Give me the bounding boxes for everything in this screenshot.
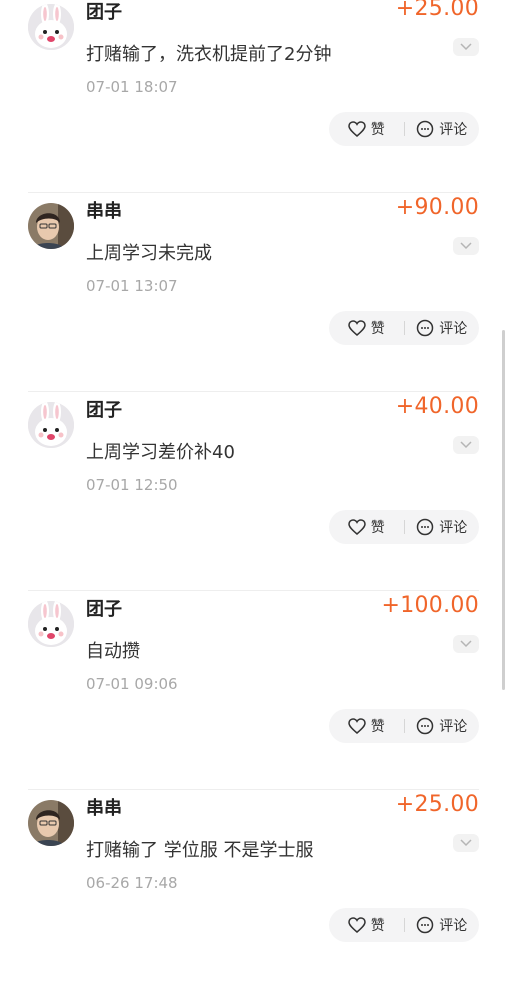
chevron-down-icon [460,43,472,51]
description: 打赌输了 学位服 不是学士服 [86,840,314,861]
amount: +25.00 [395,792,479,817]
expand-button[interactable] [453,834,479,852]
expand-button[interactable] [453,237,479,255]
expand-button[interactable] [453,38,479,56]
like-button[interactable]: 赞 [329,112,404,146]
heart-icon [347,718,366,734]
comment-button[interactable]: 评论 [405,908,480,942]
list-item: 串串 +90.00 上周学习未完成 07-01 13:07 赞 评论 [28,193,479,392]
action-bar: 赞 评论 [329,311,479,345]
amount: +25.00 [395,0,479,21]
comment-button[interactable]: 评论 [405,112,480,146]
user-name: 串串 [86,798,122,819]
avatar[interactable] [28,800,74,846]
timestamp: 07-01 12:50 [86,476,178,494]
list-item: 团子 +40.00 上周学习差价补40 07-01 12:50 赞 评论 [28,392,479,591]
user-name: 团子 [86,599,122,620]
expand-button[interactable] [453,436,479,454]
heart-icon [347,917,366,933]
description: 打赌输了，洗衣机提前了2分钟 [86,44,332,65]
comment-label: 评论 [439,321,468,337]
like-button[interactable]: 赞 [329,709,404,743]
avatar[interactable] [28,402,74,448]
comment-label: 评论 [439,918,468,934]
chevron-down-icon [460,441,472,449]
avatar[interactable] [28,601,74,647]
comment-label: 评论 [439,719,468,735]
avatar[interactable] [28,4,74,50]
description: 上周学习未完成 [86,243,212,264]
timestamp: 07-01 13:07 [86,277,178,295]
action-bar: 赞 评论 [329,112,479,146]
like-button[interactable]: 赞 [329,510,404,544]
timestamp: 07-01 09:06 [86,675,178,693]
comment-label: 评论 [439,122,468,138]
comment-button[interactable]: 评论 [405,311,480,345]
comment-button[interactable]: 评论 [405,510,480,544]
description: 自动攒 [86,641,140,662]
chevron-down-icon [460,640,472,648]
amount: +90.00 [395,195,479,220]
description: 上周学习差价补40 [86,442,235,463]
heart-icon [347,519,366,535]
like-label: 赞 [370,520,385,536]
comment-button[interactable]: 评论 [405,709,480,743]
timestamp: 06-26 17:48 [86,874,178,892]
timestamp: 07-01 18:07 [86,78,178,96]
comment-label: 评论 [439,520,468,536]
chevron-down-icon [460,839,472,847]
chevron-down-icon [460,242,472,250]
comment-icon [417,319,434,337]
list-item: 串串 +25.00 打赌输了 学位服 不是学士服 06-26 17:48 赞 评… [28,790,479,988]
user-name: 串串 [86,201,122,222]
like-button[interactable]: 赞 [329,311,404,345]
heart-icon [347,320,366,336]
list-item: 团子 +100.00 自动攒 07-01 09:06 赞 评论 [28,591,479,790]
amount: +100.00 [381,593,479,618]
like-button[interactable]: 赞 [329,908,404,942]
like-label: 赞 [370,321,385,337]
feed-list: 团子 +25.00 打赌输了，洗衣机提前了2分钟 07-01 18:07 赞 评… [0,0,507,988]
comment-icon [417,518,434,536]
heart-icon [347,121,366,137]
scrollbar[interactable] [502,330,505,690]
comment-icon [417,120,434,138]
user-name: 团子 [86,2,122,23]
like-label: 赞 [370,719,385,735]
action-bar: 赞 评论 [329,908,479,942]
comment-icon [417,717,434,735]
amount: +40.00 [395,394,479,419]
user-name: 团子 [86,400,122,421]
like-label: 赞 [370,122,385,138]
avatar[interactable] [28,203,74,249]
list-item: 团子 +25.00 打赌输了，洗衣机提前了2分钟 07-01 18:07 赞 评… [28,0,479,193]
like-label: 赞 [370,918,385,934]
expand-button[interactable] [453,635,479,653]
comment-icon [417,916,434,934]
action-bar: 赞 评论 [329,709,479,743]
action-bar: 赞 评论 [329,510,479,544]
